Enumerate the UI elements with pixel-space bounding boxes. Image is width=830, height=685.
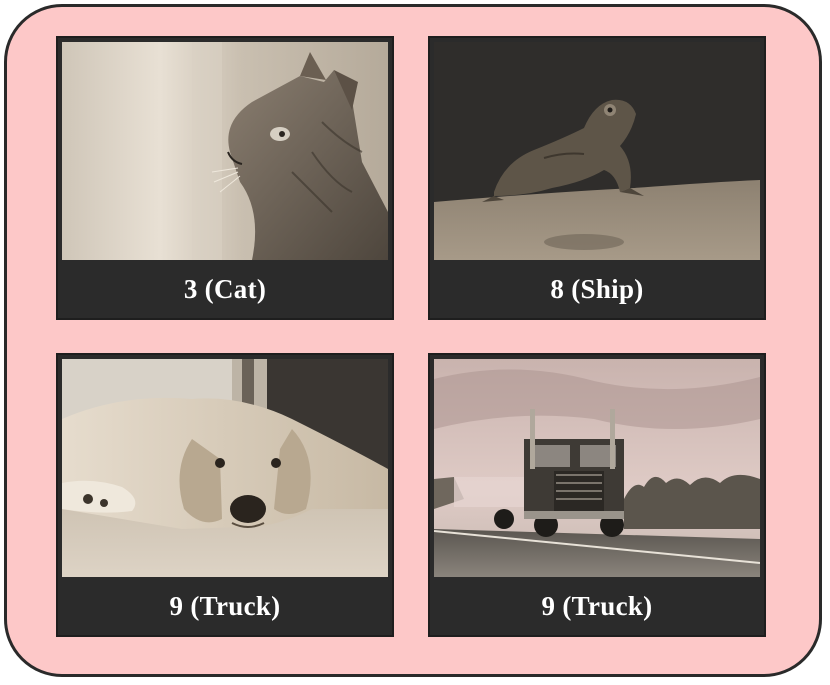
panel-label: 3 (Cat) — [183, 273, 267, 304]
image-panel-3: 9 (Truck) — [56, 353, 394, 637]
frog-photo — [434, 42, 760, 260]
image-panel-2: 8 (Ship) — [428, 36, 766, 320]
panel-label: 9 (Truck) — [541, 590, 653, 621]
panel-label: 9 (Truck) — [169, 590, 281, 621]
image-panel-1: 3 (Cat) — [56, 36, 394, 320]
dog-photo — [62, 359, 388, 577]
image-panel-4: 9 (Truck) — [428, 353, 766, 637]
panel-label: 8 (Ship) — [550, 273, 644, 304]
truck-photo — [434, 359, 760, 577]
cat-photo — [62, 42, 388, 260]
